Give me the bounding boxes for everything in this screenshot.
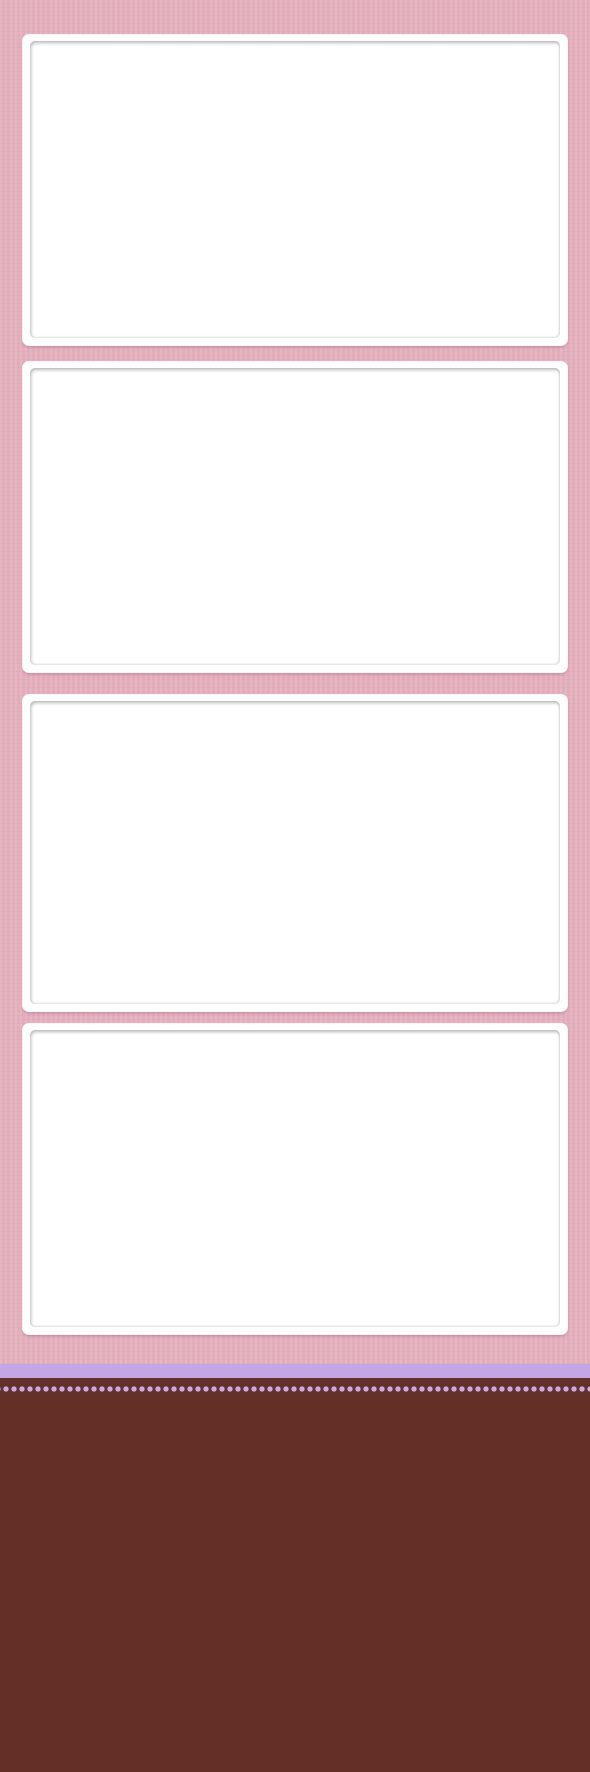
dotted-border-row bbox=[0, 1378, 590, 1400]
striped-pink-background bbox=[0, 0, 590, 1364]
photo-frame-3 bbox=[23, 695, 567, 1011]
brown-footer-panel bbox=[0, 1400, 590, 1772]
photo-frame-1 bbox=[23, 35, 567, 345]
photo-frame-4 bbox=[23, 1024, 567, 1334]
photo-frame-2 bbox=[23, 362, 567, 672]
lavender-divider-band bbox=[0, 1364, 590, 1378]
photo-strip bbox=[0, 0, 590, 1772]
